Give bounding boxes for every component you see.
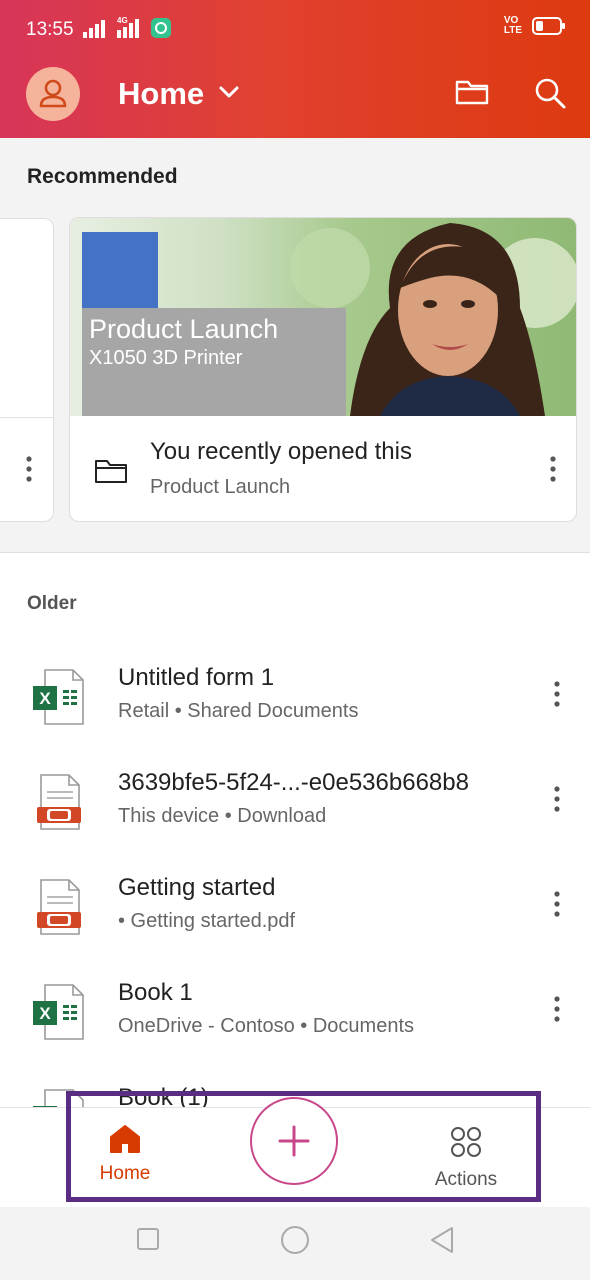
- nav-actions-label: Actions: [434, 1169, 498, 1190]
- home-icon: [110, 1125, 140, 1153]
- system-navigation-bar: [0, 1207, 590, 1280]
- avatar[interactable]: [26, 67, 80, 121]
- messenger-app-icon: [151, 18, 171, 38]
- nav-home-label: Home: [99, 1163, 151, 1184]
- card-divider: [0, 417, 53, 418]
- volte-icon: VO LTE: [503, 15, 522, 36]
- more-vertical-icon[interactable]: [24, 455, 34, 483]
- search-icon[interactable]: [533, 76, 567, 110]
- file-meta: Retail • Shared Documents: [118, 700, 359, 722]
- excel-file-icon: X: [33, 669, 84, 725]
- folder-icon: [95, 460, 127, 483]
- file-name: Book 1: [118, 979, 193, 1006]
- recommended-heading: Recommended: [27, 165, 178, 188]
- svg-text:X: X: [39, 1004, 51, 1023]
- portrait-image: [350, 223, 545, 416]
- file-name: 3639bfe5-5f24-...-e0e536b668b8: [118, 769, 469, 796]
- chevron-down-icon[interactable]: [218, 84, 240, 100]
- card-subtitle: Product Launch: [150, 476, 291, 498]
- status-right: VO LTE: [504, 16, 566, 36]
- signal-icon: [83, 20, 105, 38]
- card-thumbnail: Product Launch X1050 3D Printer: [70, 218, 576, 416]
- list-item[interactable]: X Book 1 OneDrive - Contoso • Documents: [0, 979, 590, 1083]
- card-title: You recently opened this: [150, 438, 412, 465]
- home-system-icon[interactable]: [280, 1225, 310, 1255]
- list-item[interactable]: Getting started • Getting started.pdf: [0, 874, 590, 978]
- older-heading: Older: [27, 593, 77, 614]
- nav-home-tab[interactable]: Home: [90, 1124, 160, 1185]
- actions-icon: [451, 1127, 481, 1157]
- svg-text:X: X: [39, 689, 51, 708]
- status-time: 13:55: [26, 19, 74, 40]
- thumbnail-accent-block: [82, 232, 158, 312]
- list-item[interactable]: X Untitled form 1 Retail • Shared Docume…: [0, 664, 590, 768]
- more-vertical-icon[interactable]: [552, 995, 562, 1023]
- plus-icon: [278, 1125, 310, 1157]
- avatar-icon: [39, 79, 67, 108]
- thumbnail-title: Product Launch: [89, 314, 279, 344]
- file-meta: This device • Download: [118, 805, 327, 827]
- back-icon[interactable]: [428, 1225, 456, 1255]
- list-item[interactable]: 3639bfe5-5f24-...-e0e536b668b8 This devi…: [0, 769, 590, 873]
- file-name: Untitled form 1: [118, 664, 275, 691]
- file-meta: • Getting started.pdf: [118, 910, 296, 932]
- file-meta: OneDrive - Contoso • Documents: [118, 1015, 415, 1037]
- recommended-card[interactable]: Product Launch X1050 3D Printer You rece…: [69, 217, 577, 522]
- create-new-button[interactable]: [250, 1097, 338, 1185]
- nav-actions-tab[interactable]: Actions: [428, 1126, 504, 1191]
- status-icons: 4G: [83, 16, 171, 38]
- more-vertical-icon[interactable]: [552, 680, 562, 708]
- battery-icon: [532, 17, 565, 35]
- page-title[interactable]: Home: [118, 76, 204, 112]
- recent-apps-icon[interactable]: [136, 1227, 160, 1251]
- status-bar: 13:55 4G VO LTE: [0, 0, 590, 60]
- more-vertical-icon[interactable]: [548, 455, 558, 483]
- more-vertical-icon[interactable]: [552, 890, 562, 918]
- signal-4g-icon: 4G: [115, 16, 143, 38]
- folder-icon[interactable]: [454, 76, 490, 108]
- pdf-file-icon: [37, 774, 81, 830]
- file-name: Getting started: [118, 874, 276, 901]
- app-header: 13:55 4G VO LTE Home: [0, 0, 590, 138]
- excel-file-icon: X: [33, 984, 84, 1040]
- more-vertical-icon[interactable]: [552, 785, 562, 813]
- thumbnail-subtitle: X1050 3D Printer: [89, 347, 243, 369]
- pdf-file-icon: [37, 879, 81, 935]
